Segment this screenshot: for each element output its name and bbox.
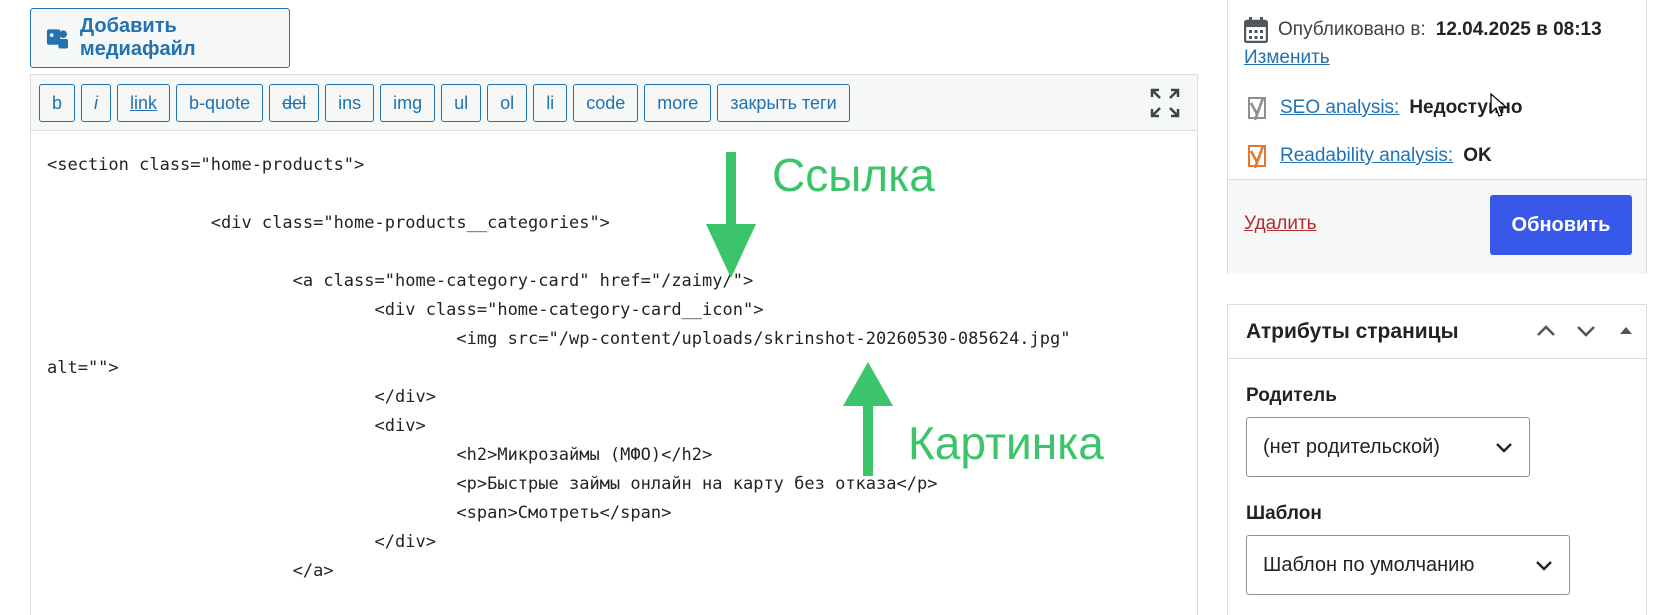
link-annotation-label: Ссылка (772, 149, 935, 201)
seo-analysis-row: SEO analysis: Недоступно (1244, 95, 1523, 121)
media-icon (46, 29, 69, 49)
published-date-row: Опубликовано в: 12.04.2025 в 08:13 (1244, 17, 1602, 43)
code-line: <p>Быстрые займы онлайн на карту без отк… (47, 474, 938, 494)
code-line: <span>Смотреть</span> (47, 503, 672, 523)
qt-ins-button[interactable]: ins (325, 84, 375, 122)
update-button[interactable]: Обновить (1490, 195, 1632, 255)
parent-label: Родитель (1246, 385, 1337, 406)
page-attributes-box: Атрибуты страницы Родитель (нет родитель… (1227, 304, 1647, 615)
seo-analysis-link[interactable]: SEO analysis: (1280, 97, 1399, 119)
readability-analysis-link[interactable]: Readability analysis: (1280, 145, 1453, 167)
delete-link[interactable]: Удалить (1244, 213, 1317, 235)
readability-value: OK (1463, 145, 1492, 166)
collapse-toggle-icon[interactable] (1614, 319, 1638, 343)
qt-italic-button[interactable]: i (81, 84, 112, 122)
qt-li-button[interactable]: li (533, 84, 568, 122)
qt-ol-button[interactable]: ol (487, 84, 528, 122)
chevron-down-icon (1496, 443, 1512, 453)
edit-date-link[interactable]: Изменить (1244, 47, 1330, 69)
code-line: </div> (47, 387, 436, 407)
chevron-up-icon[interactable] (1534, 319, 1558, 343)
quicktags-toolbar: b i link b-quote del ins img ul ol li co… (31, 75, 1197, 131)
code-line: alt=""> (47, 358, 119, 378)
chevron-down-icon[interactable] (1574, 319, 1598, 343)
edit-date-row: Изменить (1244, 47, 1330, 69)
yoast-seo-icon (1248, 97, 1266, 121)
code-line: </a> (47, 561, 334, 581)
code-line: <img src="/wp-content/uploads/skrinshot-… (47, 329, 1071, 349)
up-arrow-annotation (843, 362, 893, 476)
template-select-value: Шаблон по умолчанию (1263, 553, 1475, 576)
add-media-label: Добавить медиафайл (79, 15, 196, 60)
code-line: <div> (47, 416, 426, 436)
chevron-down-icon (1536, 561, 1552, 571)
qt-del-button[interactable]: del (269, 84, 320, 122)
qt-more-button[interactable]: more (644, 84, 712, 122)
text-editor[interactable]: b i link b-quote del ins img ul ol li co… (30, 74, 1198, 615)
readability-row: Readability analysis: OK (1244, 143, 1492, 169)
publish-box: Опубликовано в: 12.04.2025 в 08:13 Измен… (1227, 0, 1647, 274)
parent-select[interactable]: (нет родительской) (1246, 417, 1530, 477)
image-annotation-label: Картинка (908, 417, 1104, 469)
code-line: </div> (47, 532, 436, 552)
qt-img-button[interactable]: img (380, 84, 436, 122)
qt-link-button[interactable]: link (117, 84, 171, 122)
add-media-button[interactable]: Добавить медиафайл (30, 8, 290, 68)
parent-select-value: (нет родительской) (1263, 435, 1440, 458)
code-line: <div class="home-category-card__icon"> (47, 300, 764, 320)
code-line: <div class="home-products__categories"> (47, 213, 610, 233)
qt-code-button[interactable]: code (573, 84, 639, 122)
fullscreen-icon[interactable] (1149, 87, 1181, 119)
mouse-cursor-icon (1490, 93, 1508, 117)
qt-ul-button[interactable]: ul (441, 84, 482, 122)
qt-close-tags-button[interactable]: закрыть теги (717, 84, 850, 122)
yoast-readability-icon (1248, 145, 1266, 169)
template-select[interactable]: Шаблон по умолчанию (1246, 535, 1570, 595)
calendar-icon (1244, 17, 1268, 43)
code-line: <section class="home-products"> (47, 155, 365, 175)
published-prefix: Опубликовано в: (1278, 19, 1426, 40)
published-date: 12.04.2025 в 08:13 (1435, 19, 1602, 40)
code-line: <h2>Микрозаймы (МФО)</h2> (47, 445, 713, 465)
page-attributes-title: Атрибуты страницы (1246, 319, 1459, 343)
code-line: <a class="home-category-card" href="/zai… (47, 271, 754, 291)
down-arrow-annotation (706, 152, 756, 278)
qt-blockquote-button[interactable]: b-quote (176, 84, 264, 122)
template-label: Шаблон (1246, 503, 1322, 524)
qt-bold-button[interactable]: b (39, 84, 76, 122)
